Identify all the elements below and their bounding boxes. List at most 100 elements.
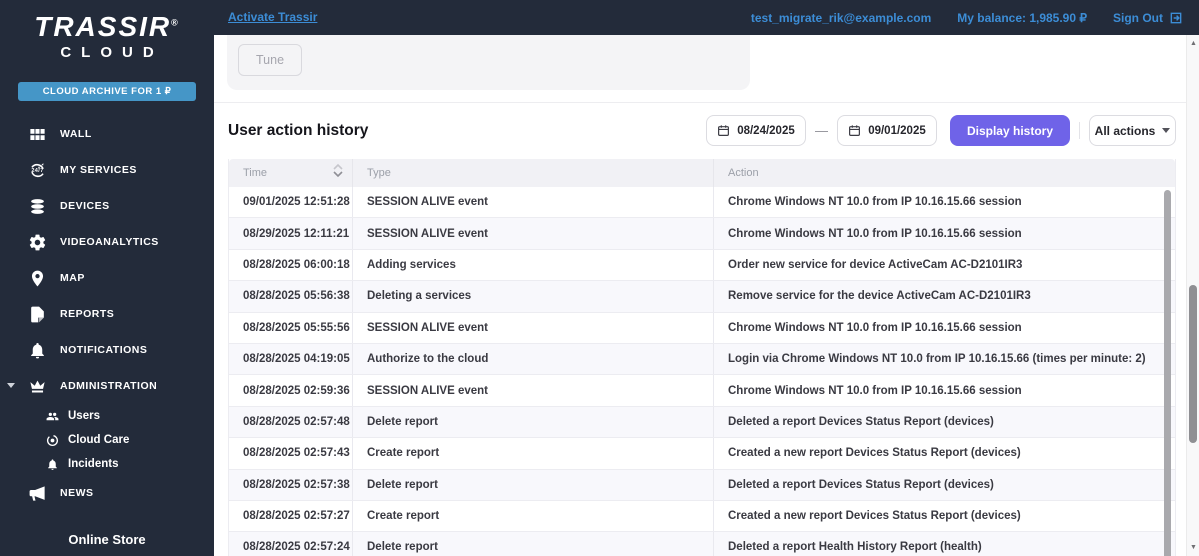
cell-action: Order new service for device ActiveCam A…	[728, 258, 1023, 271]
logo-trassir-text: TRASSIR®	[34, 11, 180, 42]
cell-action: Created a new report Devices Status Repo…	[728, 510, 1021, 523]
scrollbar-thumb[interactable]	[1189, 285, 1197, 443]
sort-icon[interactable]	[333, 163, 343, 178]
table-row[interactable]: 08/28/2025 02:57:24 ... Delete report De…	[229, 532, 1175, 556]
cell-time: 08/28/2025 05:56:38 ...	[229, 281, 353, 312]
sidebar-nav: WALL 24/7 MY SERVICES DEVICES VIDEOANALY…	[0, 116, 214, 510]
cell-type: Delete report	[353, 532, 714, 556]
sidebar-item-wall[interactable]: WALL	[0, 116, 214, 152]
display-history-button[interactable]: Display history	[949, 115, 1070, 146]
date-range-separator: —	[814, 123, 828, 138]
online-store-link[interactable]: Online Store	[0, 532, 214, 547]
table-row[interactable]: 08/29/2025 12:11:21 ... SESSION ALIVE ev…	[229, 218, 1175, 250]
sidebar-item-administration[interactable]: ADMINISTRATION	[0, 368, 214, 404]
cell-action: Chrome Windows NT 10.0 from IP 10.16.15.…	[728, 384, 1022, 397]
news-icon	[29, 485, 45, 501]
scrollbar-down-arrow[interactable]: ▼	[1189, 543, 1198, 552]
activate-trassir-link[interactable]: Activate Trassir	[228, 0, 317, 35]
tune-button[interactable]: Tune	[238, 44, 303, 76]
cloud-archive-button[interactable]: CLOUD ARCHIVE FOR 1 ₽	[18, 82, 196, 101]
cell-type: SESSION ALIVE event	[353, 375, 714, 406]
cell-time: 08/28/2025 05:55:56 ...	[229, 312, 353, 343]
table-scrollbar-thumb[interactable]	[1164, 190, 1171, 556]
cell-time: 08/28/2025 04:19:05 ...	[229, 343, 353, 375]
administration-subnav: Users Cloud Care Incidents	[0, 404, 214, 476]
main-content: Tune User action history 08/24/2025 — 09…	[214, 35, 1199, 556]
user-action-history-table: Time Type Action 09/01/2025 12:51:28 ...…	[228, 159, 1176, 556]
column-header-action[interactable]: Action	[714, 159, 1175, 187]
cell-time: 08/28/2025 02:57:27 ...	[229, 500, 353, 532]
cell-time: 08/28/2025 02:57:38 ...	[229, 469, 353, 500]
table-row[interactable]: 09/01/2025 12:51:28 ... SESSION ALIVE ev…	[229, 187, 1175, 219]
sidebar-item-incidents[interactable]: Incidents	[0, 452, 214, 476]
incidents-icon	[48, 458, 57, 470]
table-row[interactable]: 08/28/2025 02:57:48 ... Delete report De…	[229, 406, 1175, 439]
scrollbar-up-arrow[interactable]: ▲	[1189, 39, 1198, 48]
cell-time: 09/01/2025 12:51:28 ...	[229, 187, 353, 218]
section-divider	[214, 102, 1199, 103]
users-icon	[46, 412, 59, 420]
table-row[interactable]: 08/28/2025 05:56:38 ... Deleting a servi…	[229, 281, 1175, 313]
administration-icon	[30, 380, 45, 392]
cell-action: Login via Chrome Windows NT 10.0 from IP…	[728, 353, 1146, 366]
cell-time: 08/28/2025 02:57:24 ...	[229, 532, 353, 556]
account-email-link[interactable]: test_migrate_rik@example.com	[751, 11, 931, 25]
sidebar-item-reports[interactable]: REPORTS	[0, 296, 214, 332]
logo-cloud-text: CLOUD	[60, 44, 164, 61]
table-row[interactable]: 08/28/2025 02:57:27 ... Create report Cr…	[229, 500, 1175, 533]
table-row[interactable]: 08/28/2025 02:57:43 ... Create report Cr…	[229, 438, 1175, 470]
svg-text:24/7: 24/7	[31, 168, 43, 174]
cell-type: Authorize to the cloud	[353, 343, 714, 375]
cell-type: SESSION ALIVE event	[353, 218, 714, 249]
calendar-icon	[849, 125, 861, 136]
cell-action: Chrome Windows NT 10.0 from IP 10.16.15.…	[728, 227, 1022, 240]
sidebar-item-cloud-care[interactable]: Cloud Care	[0, 428, 214, 452]
column-header-type[interactable]: Type	[353, 159, 714, 187]
sidebar-item-videoanalytics[interactable]: VIDEOANALYTICS	[0, 224, 214, 260]
chevron-down-icon[interactable]	[7, 383, 15, 388]
sidebar-item-notifications[interactable]: NOTIFICATIONS	[0, 332, 214, 368]
sign-out-icon	[1170, 12, 1182, 23]
sidebar-item-users[interactable]: Users	[0, 404, 214, 428]
date-from-input[interactable]: 08/24/2025	[705, 115, 806, 146]
actions-filter-dropdown[interactable]: All actions	[1089, 115, 1176, 146]
sidebar-item-my-services[interactable]: 24/7 MY SERVICES	[0, 152, 214, 188]
cell-type: Create report	[353, 500, 714, 532]
my-services-icon: 24/7	[31, 162, 44, 177]
trassir-cloud-logo: TRASSIR® CLOUD	[0, 11, 214, 61]
sidebar: TRASSIR® CLOUD CLOUD ARCHIVE FOR 1 ₽ WAL…	[0, 0, 214, 556]
sign-out-button[interactable]: Sign Out	[1113, 11, 1183, 25]
chevron-down-icon	[1162, 128, 1171, 133]
cell-action: Created a new report Devices Status Repo…	[728, 447, 1021, 460]
sidebar-item-map[interactable]: MAP	[0, 260, 214, 296]
table-body: 09/01/2025 12:51:28 ... SESSION ALIVE ev…	[229, 187, 1175, 556]
cell-type: SESSION ALIVE event	[353, 187, 714, 218]
table-row[interactable]: 08/28/2025 02:57:38 ... Delete report De…	[229, 469, 1175, 501]
table-row[interactable]: 08/28/2025 05:55:56 ... SESSION ALIVE ev…	[229, 312, 1175, 344]
table-row[interactable]: 08/28/2025 02:59:36 ... SESSION ALIVE ev…	[229, 375, 1175, 407]
table-row[interactable]: 08/28/2025 06:00:18 ... Adding services …	[229, 249, 1175, 282]
wall-icon	[30, 128, 45, 140]
map-icon	[31, 270, 44, 286]
column-header-time[interactable]: Time	[229, 159, 353, 187]
cell-action: Deleted a report Devices Status Report (…	[728, 415, 994, 428]
sidebar-item-devices[interactable]: DEVICES	[0, 188, 214, 224]
page-scrollbar[interactable]: ▲ ▼	[1186, 35, 1199, 556]
date-to-input[interactable]: 09/01/2025	[836, 115, 937, 146]
cell-time: 08/28/2025 02:57:48 ...	[229, 406, 353, 438]
cell-action: Chrome Windows NT 10.0 from IP 10.16.15.…	[728, 196, 1022, 209]
cell-type: Deleting a services	[353, 281, 714, 312]
devices-icon	[31, 198, 44, 214]
app-root: Activate Trassir test_migrate_rik@exampl…	[0, 0, 1199, 556]
table-header-row: Time Type Action	[229, 159, 1175, 187]
balance-link[interactable]: My balance: 1,985.90 ₽	[957, 11, 1087, 25]
cell-type: Delete report	[353, 469, 714, 500]
table-row[interactable]: 08/28/2025 04:19:05 ... Authorize to the…	[229, 343, 1175, 376]
cell-time: 08/29/2025 12:11:21 ...	[229, 218, 353, 249]
cell-type: SESSION ALIVE event	[353, 312, 714, 343]
notifications-icon	[31, 342, 44, 358]
sidebar-item-news[interactable]: NEWS	[0, 476, 214, 510]
cell-type: Create report	[353, 438, 714, 469]
cell-action: Chrome Windows NT 10.0 from IP 10.16.15.…	[728, 321, 1022, 334]
cell-type: Delete report	[353, 406, 714, 438]
